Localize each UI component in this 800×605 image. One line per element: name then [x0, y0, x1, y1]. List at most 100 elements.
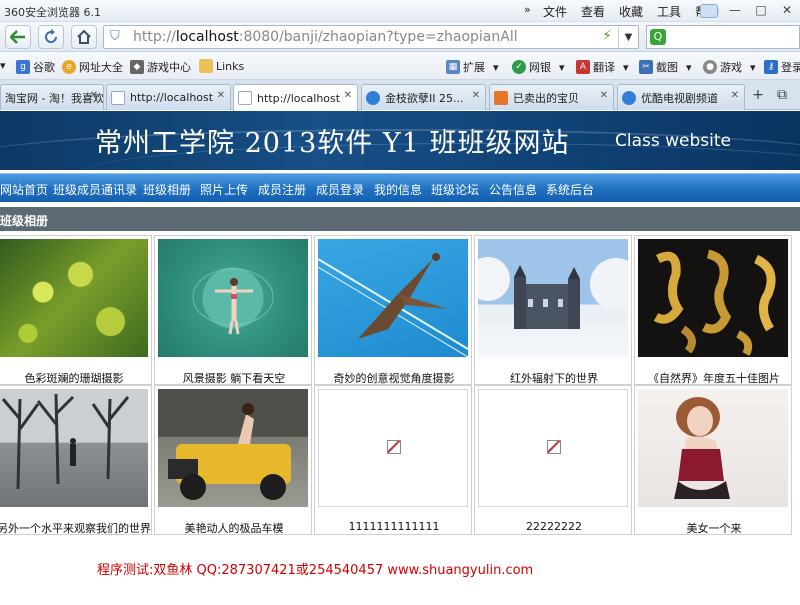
menu-file[interactable]: 文件	[543, 3, 567, 20]
photo-caption[interactable]: 美艳动人的极品车模	[155, 520, 313, 536]
photo-card[interactable]: 美艳动人的极品车模	[154, 385, 312, 535]
maximize-button[interactable]: □	[748, 0, 774, 20]
key-icon: ⚷	[764, 60, 778, 74]
bookmark-bar: ▾ g 谷歌 e 网址大全 ◆ 游戏中心 Links ▦ 扩展 ▾ ✓ 网银 ▾ A 翻译 ▾ ✂…	[0, 52, 800, 80]
nav-directory[interactable]: 班级成员通讯录	[53, 181, 137, 198]
photo-caption[interactable]: 风景摄影 躺下看天空	[155, 370, 313, 386]
chevron-double-icon[interactable]: »	[524, 3, 531, 16]
castle-photo[interactable]	[478, 239, 628, 357]
shield-icon: ⛉	[110, 29, 120, 44]
close-window-button[interactable]: ✕	[774, 0, 800, 20]
refresh-button[interactable]	[38, 25, 64, 49]
nav-forum[interactable]: 班级论坛	[431, 181, 479, 198]
tab-taobao[interactable]: 淘宝网 - 淘！我喜欢 ✕	[0, 84, 104, 110]
photo-caption[interactable]: 色彩斑斓的珊瑚摄影	[0, 370, 153, 386]
photo-card[interactable]: 色彩斑斓的珊瑚摄影	[0, 235, 152, 385]
close-tab-icon[interactable]: ✕	[731, 90, 739, 101]
car-model-photo[interactable]	[158, 389, 308, 507]
hao-icon: e	[62, 60, 76, 74]
site-banner: 常州工学院 2013软件 Y1 班班级网站 Class website	[0, 111, 800, 170]
nav-register[interactable]: 成员注册	[258, 181, 306, 198]
photo-caption[interactable]: 另外一个水平来观察我们的世界	[0, 520, 153, 536]
back-arrow-icon	[10, 30, 25, 44]
menu-tools[interactable]: 工具	[657, 3, 681, 20]
photo-caption[interactable]: 红外辐射下的世界	[475, 370, 633, 386]
home-icon	[77, 29, 91, 44]
photo-card[interactable]: 风景摄影 躺下看天空	[154, 235, 312, 385]
bookmark-game-center[interactable]: ◆ 游戏中心	[130, 59, 191, 75]
close-tab-icon[interactable]: ✕	[472, 90, 480, 101]
home-button[interactable]	[71, 25, 97, 49]
lightning-icon[interactable]: ⚡	[602, 28, 612, 44]
menu-favorites[interactable]: 收藏	[619, 3, 643, 20]
menu-view[interactable]: 查看	[581, 3, 605, 20]
photo-card[interactable]: 22222222	[474, 385, 632, 535]
close-tab-icon[interactable]: ✕	[600, 90, 608, 101]
nav-album[interactable]: 班级相册	[143, 181, 191, 198]
back-button[interactable]	[5, 25, 31, 49]
tab-video[interactable]: 金枝欲孽II 25... ✕	[361, 84, 486, 110]
photo-caption[interactable]: 1111111111111	[315, 520, 473, 533]
seahorse-photo[interactable]	[638, 239, 788, 357]
nav-upload[interactable]: 照片上传	[200, 181, 248, 198]
nav-notices[interactable]: 公告信息	[489, 181, 537, 198]
tool-translate[interactable]: A 翻译 ▾	[576, 59, 629, 75]
tab-localhost-1[interactable]: http://localhost ✕	[106, 84, 231, 110]
photo-card[interactable]: 红外辐射下的世界	[474, 235, 632, 385]
close-tab-icon[interactable]: ✕	[217, 90, 225, 101]
skin-icon[interactable]	[696, 0, 722, 20]
tab-youku[interactable]: 优酷电视剧频道 ✕	[617, 84, 745, 110]
nav-home[interactable]: 网站首页	[0, 181, 48, 198]
extensions-icon: ▦	[446, 60, 460, 74]
address-dropdown-icon[interactable]: ▼	[618, 26, 638, 48]
photo-card[interactable]: 《自然界》年度五十佳图片	[634, 235, 792, 385]
gamepad-icon: ◆	[130, 60, 144, 74]
tool-screenshot[interactable]: ✂ 截图 ▾	[639, 59, 692, 75]
tab-sold[interactable]: 已卖出的宝贝 ✕	[489, 84, 614, 110]
broken-image-icon[interactable]	[478, 389, 628, 507]
netbank-icon: ✓	[512, 60, 526, 74]
minimize-button[interactable]: —	[722, 0, 748, 20]
browser-title: 360安全浏览器 6.1	[4, 6, 101, 19]
tool-games[interactable]: ● 游戏 ▾	[703, 59, 756, 75]
photo-caption[interactable]: 美女一个来	[635, 520, 793, 536]
translate-icon: A	[576, 60, 590, 74]
close-tab-icon[interactable]: ✕	[90, 90, 98, 101]
street-photo[interactable]	[0, 389, 148, 507]
browser-titlebar: 360安全浏览器 6.1 » 文件 查看 收藏 工具 帮助 — □ ✕	[0, 0, 800, 22]
portrait-photo[interactable]	[638, 389, 788, 507]
section-title: 班级相册	[0, 214, 49, 228]
tool-login[interactable]: ⚷ 登录	[764, 59, 800, 75]
tab-list-icon[interactable]: ⧉	[772, 84, 792, 106]
address-bar[interactable]: ⛉ http://localhost:8080/banji/zhaopian?t…	[103, 25, 639, 49]
photo-card[interactable]: 美女一个来	[634, 385, 792, 535]
tab-localhost-active[interactable]: http://localhost ✕	[233, 84, 358, 111]
photo-card[interactable]: 1111111111111	[314, 385, 472, 535]
photo-caption[interactable]: 《自然界》年度五十佳图片	[635, 370, 793, 386]
trees-icon	[1, 393, 130, 490]
photo-card[interactable]: 另外一个水平来观察我们的世界	[0, 385, 152, 535]
close-tab-icon[interactable]: ✕	[344, 90, 352, 101]
tool-extensions[interactable]: ▦ 扩展 ▾	[446, 59, 499, 75]
tool-netbank[interactable]: ✓ 网银 ▾	[512, 59, 565, 75]
tab-bar: 淘宝网 - 淘！我喜欢 ✕ http://localhost ✕ http://lo…	[0, 80, 800, 111]
bookmark-links[interactable]: Links	[199, 59, 244, 73]
bird-photo[interactable]	[318, 239, 468, 357]
search-engine-icon[interactable]: Q	[650, 29, 666, 45]
sky-lying-photo[interactable]	[158, 239, 308, 357]
search-input[interactable]: Q	[646, 25, 800, 49]
car-icon	[168, 403, 291, 500]
photo-caption[interactable]: 奇妙的创意视觉角度摄影	[315, 370, 473, 386]
broken-image-icon[interactable]	[318, 389, 468, 507]
new-tab-button[interactable]: +	[748, 84, 768, 106]
bookmark-bar-overflow-icon[interactable]: ▾	[0, 59, 6, 72]
photo-card[interactable]: 奇妙的创意视觉角度摄影	[314, 235, 472, 385]
bookmark-google[interactable]: g 谷歌	[16, 59, 55, 75]
address-url[interactable]: http://localhost:8080/banji/zhaopian?typ…	[133, 29, 518, 45]
photo-caption[interactable]: 22222222	[475, 520, 633, 533]
coral-photo[interactable]	[0, 239, 148, 357]
nav-login[interactable]: 成员登录	[316, 181, 364, 198]
nav-admin[interactable]: 系统后台	[546, 181, 594, 198]
nav-my-info[interactable]: 我的信息	[374, 181, 422, 198]
bookmark-hao[interactable]: e 网址大全	[62, 59, 123, 75]
